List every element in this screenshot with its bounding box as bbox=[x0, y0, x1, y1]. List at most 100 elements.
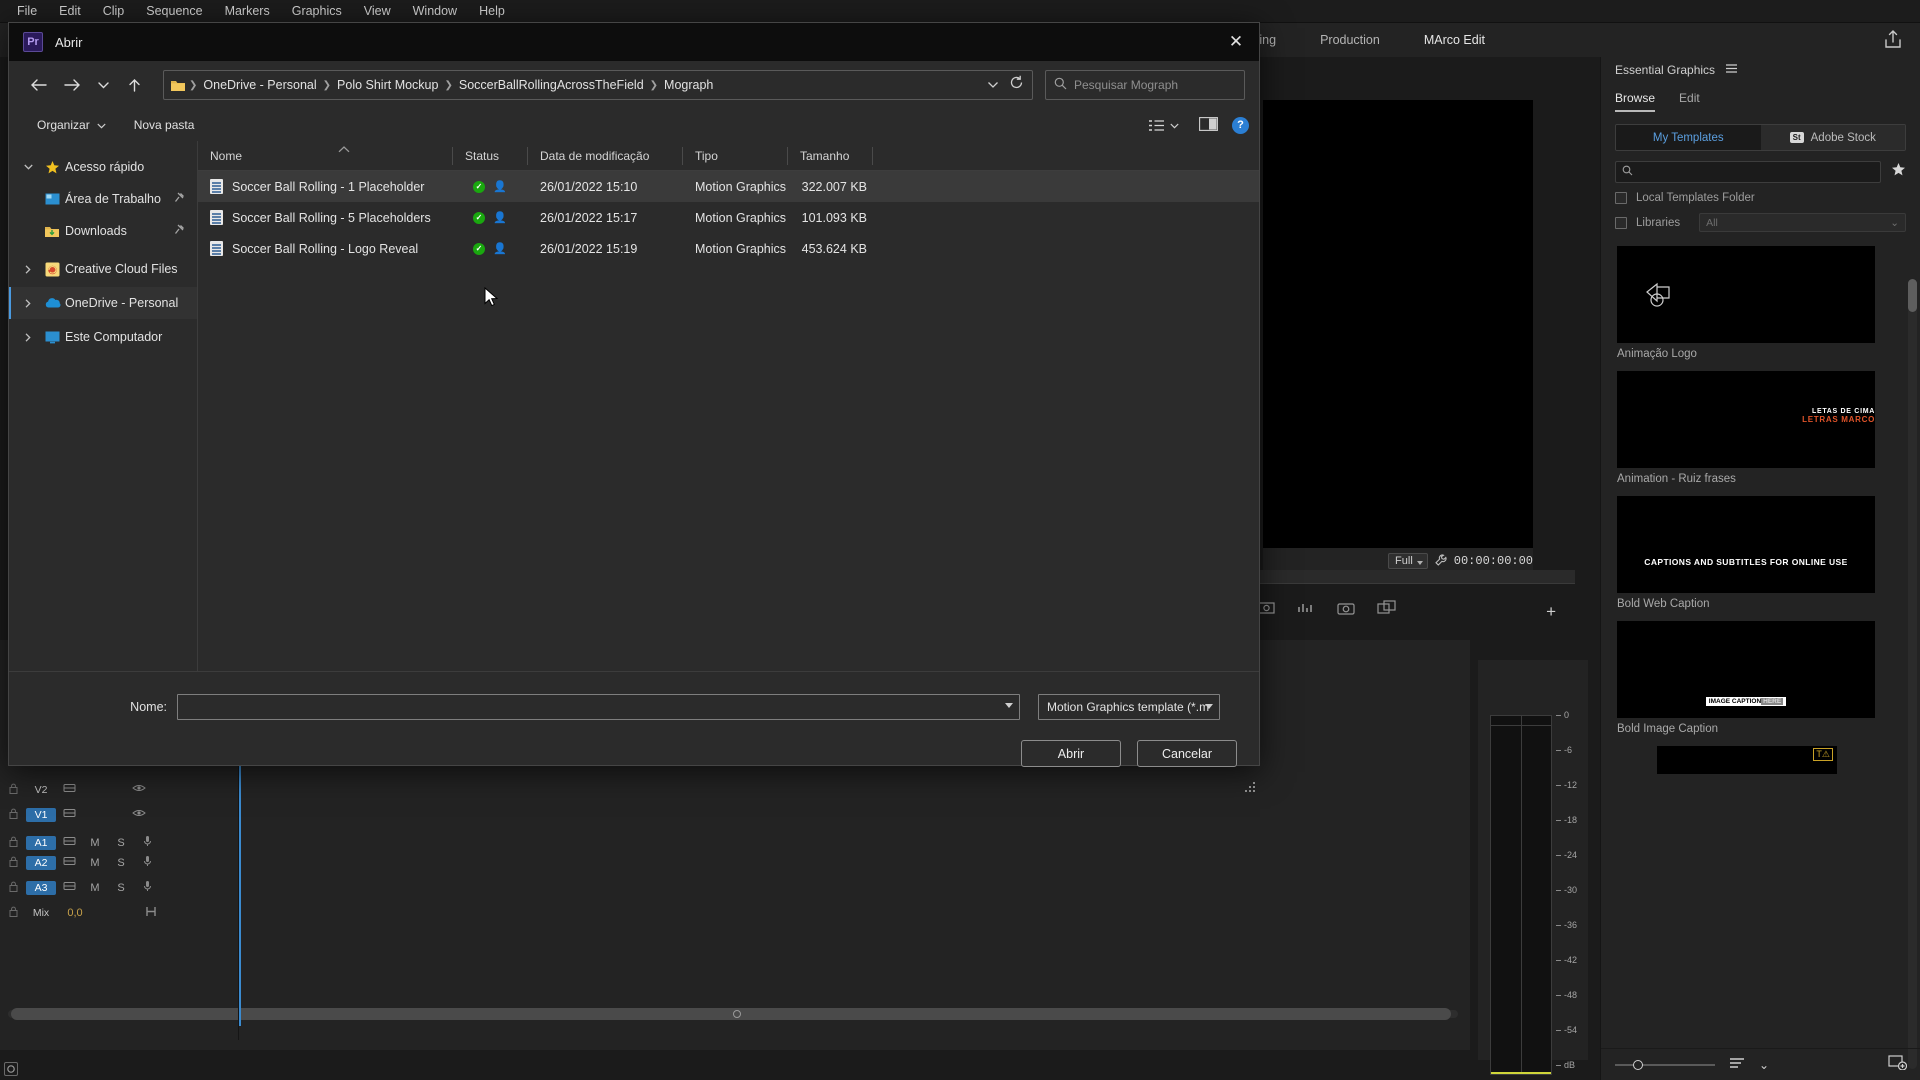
track-targeting-icon[interactable] bbox=[56, 836, 82, 849]
chevron-right-icon[interactable] bbox=[17, 264, 39, 274]
solo-button-a1[interactable]: S bbox=[108, 837, 134, 849]
menu-item-sequence[interactable]: Sequence bbox=[135, 0, 213, 23]
solo-button-a3[interactable]: S bbox=[108, 882, 134, 894]
menu-item-file[interactable]: File bbox=[6, 0, 48, 23]
lock-icon[interactable] bbox=[0, 808, 26, 822]
template-card[interactable]: CAPTIONS AND SUBTITLES FOR ONLINE USE Bo… bbox=[1617, 496, 1904, 613]
chevron-down-icon[interactable]: ⌄ bbox=[1759, 1058, 1769, 1072]
lock-icon[interactable] bbox=[0, 836, 26, 850]
track-name-a2[interactable]: A2 bbox=[26, 855, 56, 870]
timeline-horizontal-scrollbar[interactable] bbox=[8, 1008, 1458, 1020]
address-bar[interactable]: ❯ OneDrive - Personal ❯ Polo Shirt Mocku… bbox=[163, 70, 1033, 100]
thumbnail-size-slider[interactable] bbox=[1615, 1059, 1715, 1071]
breadcrumb-item-mograph[interactable]: Mograph bbox=[659, 78, 718, 92]
slider-handle[interactable] bbox=[1633, 1059, 1643, 1070]
lock-icon[interactable] bbox=[0, 881, 26, 895]
cancel-button[interactable]: Cancelar bbox=[1137, 740, 1237, 767]
address-history-chevron-icon[interactable] bbox=[987, 76, 999, 94]
menu-item-edit[interactable]: Edit bbox=[48, 0, 92, 23]
template-thumbnail[interactable]: LETAS DE CIMA LETRAS MARCO bbox=[1617, 371, 1875, 468]
microphone-icon[interactable] bbox=[134, 880, 160, 895]
checkbox-libraries[interactable] bbox=[1615, 216, 1627, 229]
wrench-icon[interactable] bbox=[1434, 553, 1448, 570]
solo-button-a2[interactable]: S bbox=[108, 857, 134, 869]
panel-menu-icon[interactable] bbox=[1725, 63, 1738, 77]
scrollbar-knob[interactable] bbox=[1908, 279, 1917, 312]
add-button-icon[interactable]: + bbox=[1546, 602, 1556, 622]
table-row[interactable]: Soccer Ball Rolling - Logo Reveal ✓ 👤 26… bbox=[198, 233, 1259, 264]
column-header-status[interactable]: Status bbox=[453, 141, 528, 171]
organize-button[interactable]: Organizar bbox=[23, 114, 120, 136]
forward-button[interactable] bbox=[57, 70, 87, 100]
local-templates-folder-checkbox-row[interactable]: Local Templates Folder bbox=[1615, 192, 1906, 204]
template-card[interactable]: IMAGE CAPTION HERE Bold Image Caption bbox=[1617, 621, 1904, 738]
tab-edit[interactable]: Edit bbox=[1679, 91, 1700, 112]
camera-icon[interactable] bbox=[1337, 601, 1355, 620]
file-name-cell[interactable]: Soccer Ball Rolling - 5 Placeholders bbox=[198, 210, 453, 225]
workspace-tab-marco-edit[interactable]: MArco Edit bbox=[1402, 23, 1507, 57]
breadcrumb-item-onedrive[interactable]: OneDrive - Personal bbox=[198, 78, 321, 92]
segment-my-templates[interactable]: My Templates bbox=[1616, 125, 1761, 150]
template-thumbnail[interactable] bbox=[1617, 246, 1875, 343]
track-name-v1[interactable]: V1 bbox=[26, 807, 56, 822]
checkbox-local-templates[interactable] bbox=[1615, 192, 1627, 204]
chevron-right-icon[interactable] bbox=[17, 298, 39, 308]
track-head-mix[interactable]: Mix 0,0 bbox=[0, 900, 238, 925]
monitor-quality-select[interactable]: Full bbox=[1388, 553, 1428, 569]
microphone-icon[interactable] bbox=[134, 855, 160, 870]
filename-input[interactable] bbox=[177, 694, 1020, 720]
track-head-v1[interactable]: V1 bbox=[0, 802, 238, 827]
share-icon[interactable] bbox=[1882, 28, 1904, 50]
help-icon[interactable]: ? bbox=[1232, 116, 1249, 134]
microphone-icon[interactable] bbox=[134, 835, 160, 850]
libraries-select[interactable]: All ⌄ bbox=[1699, 213, 1906, 232]
mix-value[interactable]: 0,0 bbox=[56, 907, 94, 919]
program-timecode[interactable]: 00:00:00:00 bbox=[1454, 554, 1533, 568]
up-button[interactable] bbox=[119, 70, 149, 100]
templates-search-input[interactable] bbox=[1638, 166, 1880, 178]
preview-pane-icon[interactable] bbox=[1199, 116, 1218, 134]
breadcrumb-item-polo-shirt-mockup[interactable]: Polo Shirt Mockup bbox=[332, 78, 443, 92]
track-targeting-icon[interactable] bbox=[56, 808, 82, 821]
template-thumbnail[interactable]: CAPTIONS AND SUBTITLES FOR ONLINE USE bbox=[1617, 496, 1875, 593]
chevron-down-icon[interactable] bbox=[1005, 703, 1013, 708]
scrollbar-knob[interactable] bbox=[11, 1008, 1451, 1020]
scrollbar-center-handle[interactable] bbox=[733, 1010, 741, 1018]
mute-button-a2[interactable]: M bbox=[82, 857, 108, 869]
menu-item-clip[interactable]: Clip bbox=[92, 0, 136, 23]
column-header-size[interactable]: Tamanho bbox=[788, 141, 873, 171]
template-card[interactable]: LETAS DE CIMA LETRAS MARCO Animation - R… bbox=[1617, 371, 1904, 488]
pin-icon[interactable] bbox=[174, 192, 185, 206]
track-head-a2[interactable]: A2 M S bbox=[0, 850, 238, 875]
sidebar-item-onedrive-personal[interactable]: OneDrive - Personal bbox=[9, 287, 197, 319]
resize-grip-icon[interactable] bbox=[1243, 780, 1255, 792]
templates-search-box[interactable] bbox=[1615, 161, 1881, 183]
open-button[interactable]: Abrir bbox=[1021, 740, 1121, 767]
chevron-down-icon[interactable] bbox=[17, 164, 39, 170]
table-row[interactable]: Soccer Ball Rolling - 5 Placeholders ✓ 👤… bbox=[198, 202, 1259, 233]
libraries-checkbox-row[interactable]: Libraries All ⌄ bbox=[1615, 213, 1906, 232]
template-card[interactable]: Animação Logo bbox=[1617, 246, 1904, 363]
column-header-modified[interactable]: Data de modificação bbox=[528, 141, 683, 171]
mute-button-a1[interactable]: M bbox=[82, 837, 108, 849]
sort-list-icon[interactable] bbox=[1729, 1056, 1745, 1074]
segment-adobe-stock[interactable]: St Adobe Stock bbox=[1760, 125, 1905, 150]
sidebar-item-downloads[interactable]: Downloads bbox=[9, 215, 197, 247]
track-targeting-icon[interactable] bbox=[56, 881, 82, 894]
template-thumbnail[interactable]: IMAGE CAPTION HERE bbox=[1617, 621, 1875, 718]
track-name-a3[interactable]: A3 bbox=[26, 880, 56, 895]
table-row[interactable]: Soccer Ball Rolling - 1 Placeholder ✓ 👤 … bbox=[198, 171, 1259, 202]
menu-item-graphics[interactable]: Graphics bbox=[281, 0, 353, 23]
eye-icon[interactable] bbox=[126, 808, 152, 821]
column-header-name[interactable]: Nome bbox=[198, 141, 453, 171]
new-layer-icon[interactable] bbox=[1888, 1054, 1908, 1075]
file-name-cell[interactable]: Soccer Ball Rolling - 1 Placeholder bbox=[198, 179, 453, 194]
template-thumbnail[interactable]: T⚠ bbox=[1657, 746, 1837, 774]
view-mode-button[interactable] bbox=[1142, 115, 1185, 135]
file-name-cell[interactable]: Soccer Ball Rolling - Logo Reveal bbox=[198, 241, 453, 256]
close-icon[interactable]: ✕ bbox=[1213, 23, 1259, 61]
favorites-star-icon[interactable] bbox=[1891, 162, 1906, 182]
sidebar-item-este-computador[interactable]: Este Computador bbox=[9, 321, 197, 353]
column-header-type[interactable]: Tipo bbox=[683, 141, 788, 171]
lock-icon[interactable] bbox=[0, 856, 26, 870]
